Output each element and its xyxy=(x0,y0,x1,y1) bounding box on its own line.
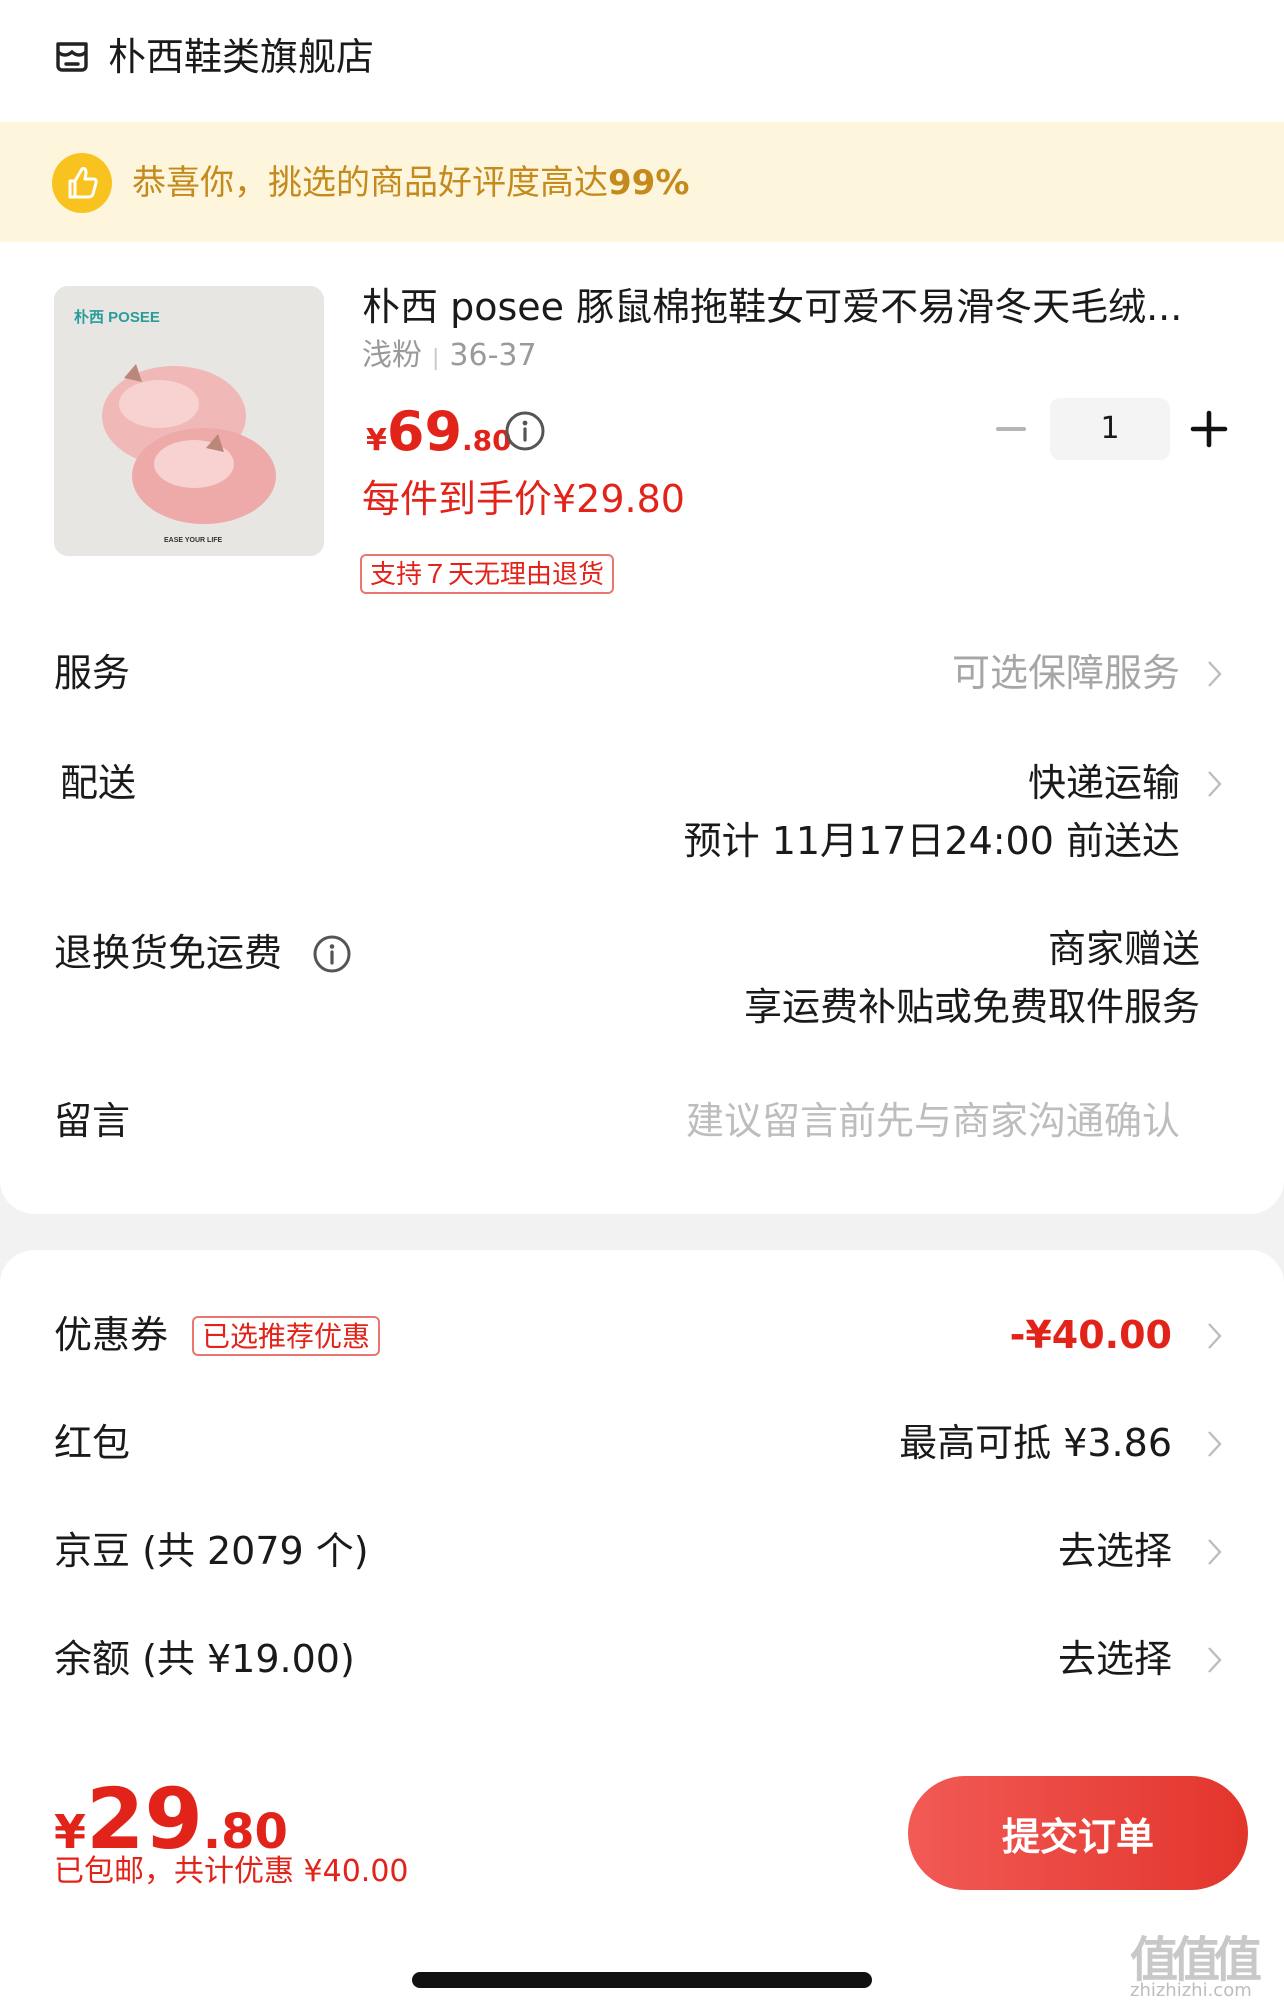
watermark-url: zhizhizhi.com xyxy=(1130,1980,1252,2001)
red-packet-label: 红包 xyxy=(54,1421,131,1465)
total-summary[interactable]: 已包邮，共计优惠 ¥40.00 xyxy=(54,1850,409,1894)
chevron-right-icon[interactable] xyxy=(1204,656,1226,692)
return-shipping-detail: 享运费补贴或免费取件服务 xyxy=(743,985,1200,1029)
banner-message: 恭喜你，挑选的商品好评度高达 xyxy=(132,163,608,203)
price-currency: ¥ xyxy=(366,423,387,458)
return-shipping-label: 退换货免运费 xyxy=(54,931,283,975)
return-policy-tag: 支持７天无理由退货 xyxy=(360,554,615,594)
balance-label: 余额 (共 ¥19.00) xyxy=(54,1637,355,1681)
product-spec[interactable]: 浅粉 | 36-37 xyxy=(362,334,537,381)
image-slogan-text: EASE YOUR LIFE xyxy=(164,537,223,544)
coupon-tag: 已选推荐优惠 xyxy=(192,1316,381,1356)
return-shipping-value: 商家赠送 xyxy=(1047,927,1200,971)
jingdou-value[interactable]: 去选择 xyxy=(1058,1524,1172,1578)
red-packet-value[interactable]: 最高可抵 ¥3.86 xyxy=(899,1416,1172,1470)
service-label: 服务 xyxy=(54,651,131,695)
product-title[interactable]: 朴西 posee 豚鼠棉拖鞋女可爱不易滑冬天毛绒... xyxy=(362,280,1224,334)
balance-value[interactable]: 去选择 xyxy=(1058,1632,1172,1686)
cut-label-fragment xyxy=(54,1740,134,1754)
product-price: ¥69.80 xyxy=(366,400,512,470)
message-input[interactable] xyxy=(620,1094,1180,1148)
coupon-label: 优惠券 xyxy=(54,1313,169,1357)
spec-size: 36-37 xyxy=(449,338,537,373)
message-label: 留言 xyxy=(54,1099,131,1143)
spec-color: 浅粉 xyxy=(362,338,422,373)
shipping-method[interactable]: 快递运输 xyxy=(1028,756,1180,810)
shipping-label: 配送 xyxy=(60,761,137,805)
quantity-value[interactable]: 1 xyxy=(1050,398,1170,460)
service-value[interactable]: 可选保障服务 xyxy=(952,646,1180,700)
cut-value-fragment xyxy=(1010,1740,1170,1754)
hidden-invoice-row xyxy=(0,1740,1284,1754)
spec-separator: | xyxy=(432,346,440,371)
chevron-right-icon[interactable] xyxy=(1204,1426,1226,1462)
price-info-icon[interactable] xyxy=(504,410,546,452)
jingdou-label: 京豆 (共 2079 个) xyxy=(54,1529,369,1573)
return-info-icon[interactable] xyxy=(312,934,352,974)
banner-percent: 99% xyxy=(608,163,690,203)
image-brand-text: 朴西 POSEE xyxy=(74,308,160,326)
coupon-value[interactable]: -¥40.00 xyxy=(1010,1308,1172,1362)
home-indicator[interactable] xyxy=(412,1972,872,1988)
store-name[interactable]: 朴西鞋类旗舰店 xyxy=(108,30,374,84)
chevron-right-icon[interactable] xyxy=(1204,1318,1226,1354)
product-image[interactable]: 朴西 POSEE EASE YOUR LIFE xyxy=(54,286,324,556)
chevron-right-icon[interactable] xyxy=(1204,1534,1226,1570)
quantity-plus-button[interactable] xyxy=(1186,406,1232,452)
submit-order-button[interactable]: 提交订单 xyxy=(908,1776,1248,1890)
quantity-minus-button[interactable] xyxy=(990,408,1032,450)
shipping-eta: 预计 11月17日24:00 前送达 xyxy=(683,819,1180,863)
per-item-price: 每件到手价¥29.80 xyxy=(362,477,685,521)
thumbs-up-icon xyxy=(52,153,112,213)
chevron-right-icon[interactable] xyxy=(1204,1642,1226,1678)
banner-text: 恭喜你，挑选的商品好评度高达99% xyxy=(132,158,689,208)
chevron-right-icon[interactable] xyxy=(1204,766,1226,802)
price-integer: 69 xyxy=(386,400,463,463)
store-icon xyxy=(56,42,88,72)
